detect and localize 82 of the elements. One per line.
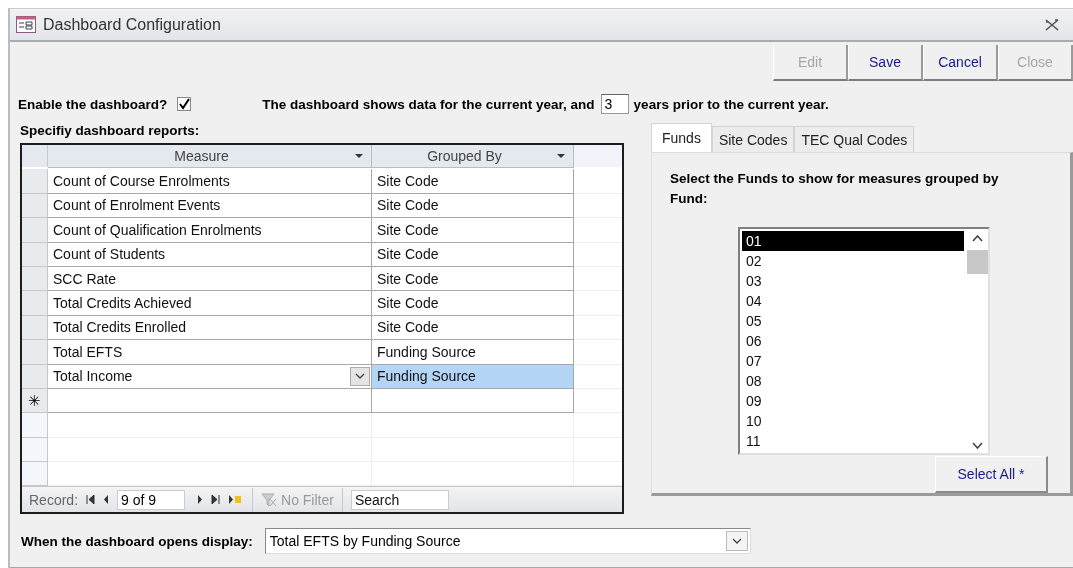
filter-icon bbox=[261, 492, 278, 507]
table-cell[interactable]: Total EFTS bbox=[48, 340, 372, 365]
list-item[interactable]: 09 bbox=[742, 391, 964, 411]
funds-prompt: Select the Funds to show for measures grouped by Fund: bbox=[670, 170, 1000, 208]
row-selector[interactable] bbox=[22, 169, 48, 194]
table-cell[interactable]: Site Code bbox=[372, 169, 574, 194]
column-header[interactable]: Grouped By bbox=[372, 145, 574, 168]
row-selector[interactable] bbox=[22, 291, 48, 316]
search-field[interactable]: Search bbox=[350, 489, 449, 510]
list-item[interactable]: 04 bbox=[742, 291, 964, 311]
tab[interactable]: Funds bbox=[651, 123, 712, 152]
table-cell[interactable]: Site Code bbox=[372, 218, 574, 243]
window-title: Dashboard Configuration bbox=[43, 15, 221, 34]
scrollbar-thumb[interactable] bbox=[966, 250, 988, 274]
header-filler bbox=[574, 145, 622, 167]
table-cell[interactable]: Site Code bbox=[372, 291, 574, 316]
table-cell[interactable]: Count of Students bbox=[48, 242, 372, 267]
select-all-button[interactable]: Select All * bbox=[935, 456, 1048, 493]
scroll-down-icon[interactable] bbox=[971, 442, 983, 449]
table-cell[interactable] bbox=[372, 388, 574, 414]
row-selector[interactable] bbox=[22, 340, 48, 365]
select-all-corner[interactable] bbox=[22, 145, 48, 167]
years-label: The dashboard shows data for the current year, and bbox=[262, 96, 595, 112]
enable-checkbox[interactable] bbox=[177, 97, 192, 111]
new-record-icon[interactable] bbox=[228, 495, 243, 505]
enable-label: Enable the dashboard? bbox=[18, 96, 168, 112]
table-cell[interactable]: Funding Source bbox=[372, 364, 574, 389]
table-cell[interactable]: Funding Source bbox=[372, 340, 574, 365]
reports-label: Specifiy dashboard reports: bbox=[20, 123, 201, 140]
toolbar-button[interactable]: Save bbox=[848, 45, 923, 81]
list-item[interactable]: 02 bbox=[742, 251, 964, 271]
next-record-icon[interactable] bbox=[197, 495, 204, 505]
table-cell[interactable]: Site Code bbox=[372, 242, 574, 267]
caret-icon[interactable] bbox=[355, 154, 363, 158]
previous-record-icon[interactable] bbox=[103, 495, 110, 505]
row-selector[interactable] bbox=[22, 266, 48, 292]
row-selector[interactable] bbox=[22, 364, 48, 389]
row-selector[interactable] bbox=[22, 315, 48, 341]
table-cell[interactable]: Count of Qualification Enrolments bbox=[48, 218, 372, 243]
table-cell[interactable]: Site Code bbox=[372, 193, 574, 219]
first-record-icon[interactable] bbox=[86, 495, 96, 505]
list-item[interactable]: 05 bbox=[742, 311, 964, 331]
dropdown-button[interactable] bbox=[350, 366, 370, 386]
table-cell[interactable]: SCC Rate bbox=[48, 266, 372, 292]
list-item[interactable]: 08 bbox=[742, 371, 964, 391]
open-display-label: When the dashboard opens display: bbox=[21, 533, 253, 549]
chevron-down-icon bbox=[355, 373, 365, 380]
table-cell[interactable]: Site Code bbox=[372, 315, 574, 341]
row-selector[interactable] bbox=[22, 218, 48, 243]
form-icon bbox=[16, 16, 36, 33]
table-cell[interactable]: Total Credits Achieved bbox=[48, 291, 372, 316]
list-item[interactable]: 06 bbox=[742, 331, 964, 351]
dropdown-button[interactable] bbox=[725, 531, 748, 552]
tab[interactable]: TEC Qual Codes bbox=[794, 126, 915, 152]
record-label: Record: bbox=[29, 491, 79, 508]
list-item[interactable]: 03 bbox=[742, 271, 964, 291]
scroll-up-icon[interactable] bbox=[971, 235, 983, 242]
table-cell[interactable]: Count of Enrolment Events bbox=[48, 193, 372, 219]
table-cell[interactable]: Total Income bbox=[48, 364, 372, 389]
close-icon[interactable] bbox=[1045, 18, 1059, 31]
caret-icon[interactable] bbox=[557, 154, 565, 158]
list-item[interactable]: 01 bbox=[742, 231, 964, 251]
table-cell[interactable]: Total Credits Enrolled bbox=[48, 315, 372, 341]
table-cell[interactable]: Site Code bbox=[372, 266, 574, 292]
column-header[interactable]: Measure bbox=[48, 145, 372, 168]
toolbar-button[interactable]: Cancel bbox=[923, 45, 998, 81]
last-record-icon[interactable] bbox=[211, 495, 221, 505]
table-cell[interactable]: Count of Course Enrolments bbox=[48, 169, 372, 194]
funds-listbox[interactable]: 01 02 03 04 05 06 07 08 09 10 11 bbox=[738, 227, 990, 455]
row-selector[interactable] bbox=[22, 193, 48, 219]
chevron-down-icon bbox=[731, 538, 742, 545]
record-number-field[interactable]: 9 of 9 bbox=[117, 489, 186, 510]
list-item[interactable]: 11 bbox=[742, 431, 964, 451]
open-display-combo[interactable]: Total EFTS by Funding Source bbox=[264, 528, 751, 555]
years-suffix: years prior to the current year. bbox=[633, 96, 829, 112]
years-field[interactable]: 3 bbox=[600, 94, 629, 114]
list-item[interactable]: 10 bbox=[742, 411, 964, 431]
list-item[interactable]: 07 bbox=[742, 351, 964, 371]
new-row-marker[interactable]: ✳ bbox=[22, 388, 48, 414]
row-selector[interactable] bbox=[22, 242, 48, 267]
table-cell[interactable] bbox=[48, 388, 372, 414]
tab[interactable]: Site Codes bbox=[711, 126, 795, 152]
